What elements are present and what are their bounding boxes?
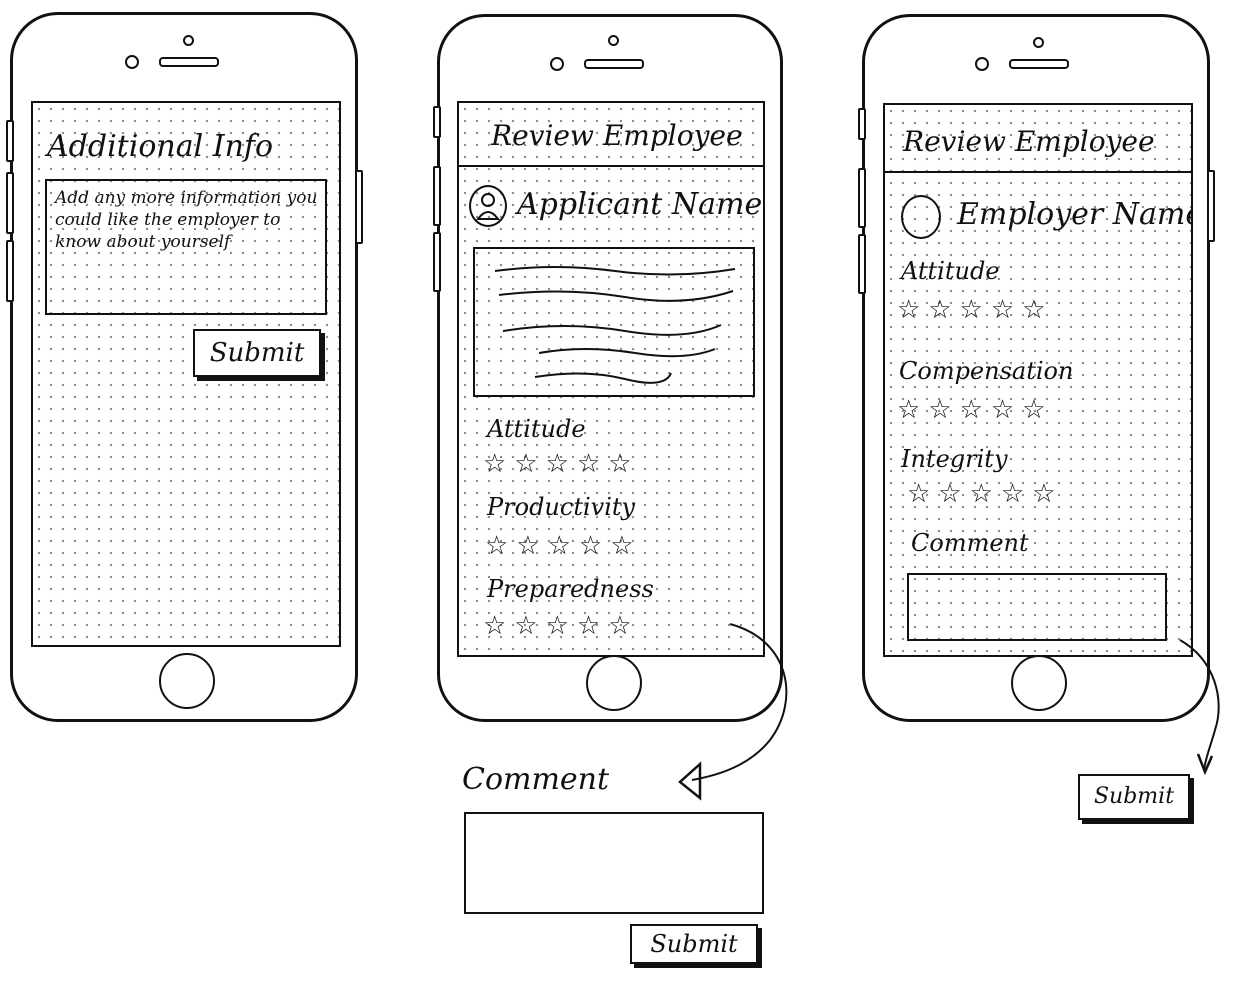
arrow-icon [678,623,1220,801]
